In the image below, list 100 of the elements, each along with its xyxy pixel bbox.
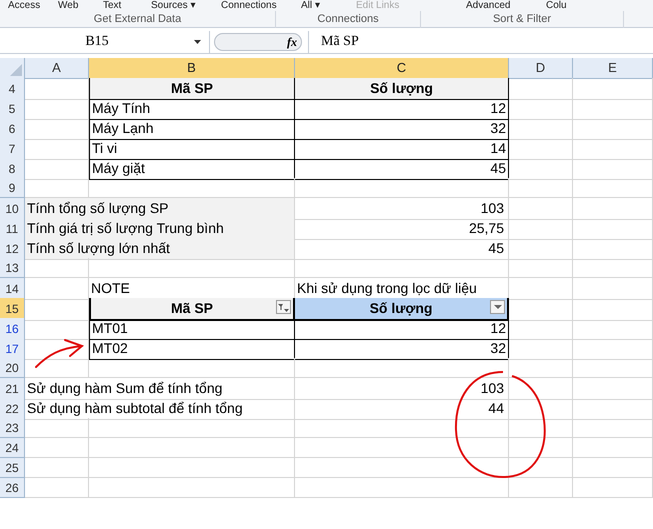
table-cell	[25, 258, 89, 278]
table-cell	[25, 458, 89, 478]
table-cell	[25, 98, 89, 120]
row-header[interactable]: 20	[0, 358, 25, 378]
table-cell	[509, 218, 573, 240]
ribbon-button[interactable]: Sources ▾	[151, 1, 221, 11]
table-cell: Sử dụng hàm Sum để tính tổng	[25, 378, 295, 400]
table-header-cell-text: Mã SP	[170, 299, 213, 318]
column-header[interactable]: B	[89, 58, 295, 78]
ribbon-button[interactable]: Web	[58, 1, 103, 11]
table-cell	[509, 98, 573, 120]
table-cell: Mã SP	[89, 78, 295, 100]
table-cell	[25, 478, 89, 498]
table-cell: Số lượng	[295, 78, 509, 100]
table-cell	[25, 138, 89, 160]
table-cell: Tính tổng số lượng SP	[25, 198, 295, 220]
row-header[interactable]: 16	[0, 318, 25, 340]
table-cell	[509, 418, 573, 438]
table-cell: Tính giá trị số lượng Trung bình	[25, 218, 295, 240]
row-header[interactable]: 6	[0, 118, 25, 140]
table-cell	[509, 458, 573, 478]
table-cell	[509, 438, 573, 458]
name-box[interactable]: B15	[0, 30, 210, 52]
ribbon-button[interactable]: Connections	[221, 1, 301, 11]
row-header[interactable]: 26	[0, 478, 25, 498]
row-header[interactable]: 14	[0, 278, 25, 300]
row-header[interactable]: 25	[0, 458, 25, 478]
formula-field[interactable]: Mã SP	[308, 30, 653, 52]
table-cell	[509, 198, 573, 220]
row-header[interactable]: 4	[0, 78, 25, 100]
ribbon-button[interactable]: Text	[103, 1, 151, 11]
table-cell	[25, 358, 89, 378]
row-header[interactable]: 5	[0, 98, 25, 120]
row-header[interactable]: 21	[0, 378, 25, 400]
table-cell: MT01	[89, 318, 295, 340]
ribbon-group-label: Sort & Filter	[421, 11, 624, 28]
dropdown-icon[interactable]	[194, 40, 201, 44]
table-cell: 45	[295, 158, 509, 180]
dropdown-button[interactable]	[490, 300, 505, 314]
insert-function-button[interactable]: fx	[287, 32, 297, 50]
table-cell: 32	[295, 118, 509, 140]
table-cell	[25, 118, 89, 140]
table-cell	[509, 78, 573, 100]
cell-reference: B15	[84, 33, 110, 51]
table-cell: Tính số lượng lớn nhất	[25, 238, 295, 260]
ribbon-button[interactable]: All ▾	[301, 1, 356, 11]
row-header[interactable]: 22	[0, 398, 25, 420]
table-cell	[509, 238, 573, 260]
column-header[interactable]: A	[25, 58, 89, 78]
row-header[interactable]: 24	[0, 438, 25, 458]
table-cell: 32	[295, 338, 509, 360]
table-cell	[509, 298, 573, 321]
filter-icon	[278, 302, 289, 312]
row-header[interactable]: 11	[0, 218, 25, 240]
table-cell: 103	[295, 378, 509, 400]
caret-icon	[494, 305, 502, 309]
table-cell	[509, 138, 573, 160]
table-cell	[509, 398, 573, 420]
table-cell	[509, 378, 573, 400]
row-header[interactable]: 13	[0, 258, 25, 278]
row-header[interactable]: 8	[0, 158, 25, 180]
table-cell	[25, 438, 89, 458]
table-cell: Máy giặt	[89, 158, 295, 180]
table-cell: Máy Tính	[89, 98, 295, 120]
table-cell	[25, 338, 89, 360]
row-header[interactable]: 9	[0, 178, 25, 198]
ribbon-group-label: Connections	[276, 11, 421, 28]
table-cell	[25, 278, 89, 300]
table-cell: 103	[295, 198, 509, 220]
table-cell: 12	[295, 98, 509, 120]
row-header[interactable]: 12	[0, 238, 25, 260]
ribbon-button[interactable]: Access	[8, 1, 58, 11]
table-cell	[509, 318, 573, 340]
row-header[interactable]: 17	[0, 338, 25, 360]
table-cell: Máy Lạnh	[89, 118, 295, 140]
table-cell: MT02	[89, 338, 295, 360]
column-header[interactable]: D	[509, 58, 573, 78]
column-header[interactable]: E	[573, 58, 653, 78]
filter-button[interactable]	[276, 300, 291, 314]
table-cell: 14	[295, 138, 509, 160]
table-cell	[25, 158, 89, 180]
table-cell	[509, 178, 573, 198]
table-cell	[509, 158, 573, 180]
table-cell: Sử dụng hàm subtotal để tính tổng	[25, 398, 295, 420]
table-cell	[25, 318, 89, 340]
ribbon-group-label: Get External Data	[0, 11, 276, 28]
table-cell: 12	[295, 318, 509, 340]
row-header[interactable]: 7	[0, 138, 25, 160]
row-header[interactable]: 23	[0, 418, 25, 438]
ribbon-button[interactable]: Colu	[546, 1, 586, 11]
table-cell	[509, 338, 573, 360]
table-cell	[509, 358, 573, 378]
table-header-cell-text: Số lượng	[370, 299, 432, 318]
table-cell: 25,75	[295, 218, 509, 240]
table-cell: Ti vi	[89, 138, 295, 160]
table-cell	[509, 278, 573, 300]
ribbon-button[interactable]: Advanced	[466, 1, 546, 11]
column-header[interactable]: C	[295, 58, 509, 78]
table-cell	[509, 258, 573, 278]
row-header[interactable]: 10	[0, 198, 25, 220]
